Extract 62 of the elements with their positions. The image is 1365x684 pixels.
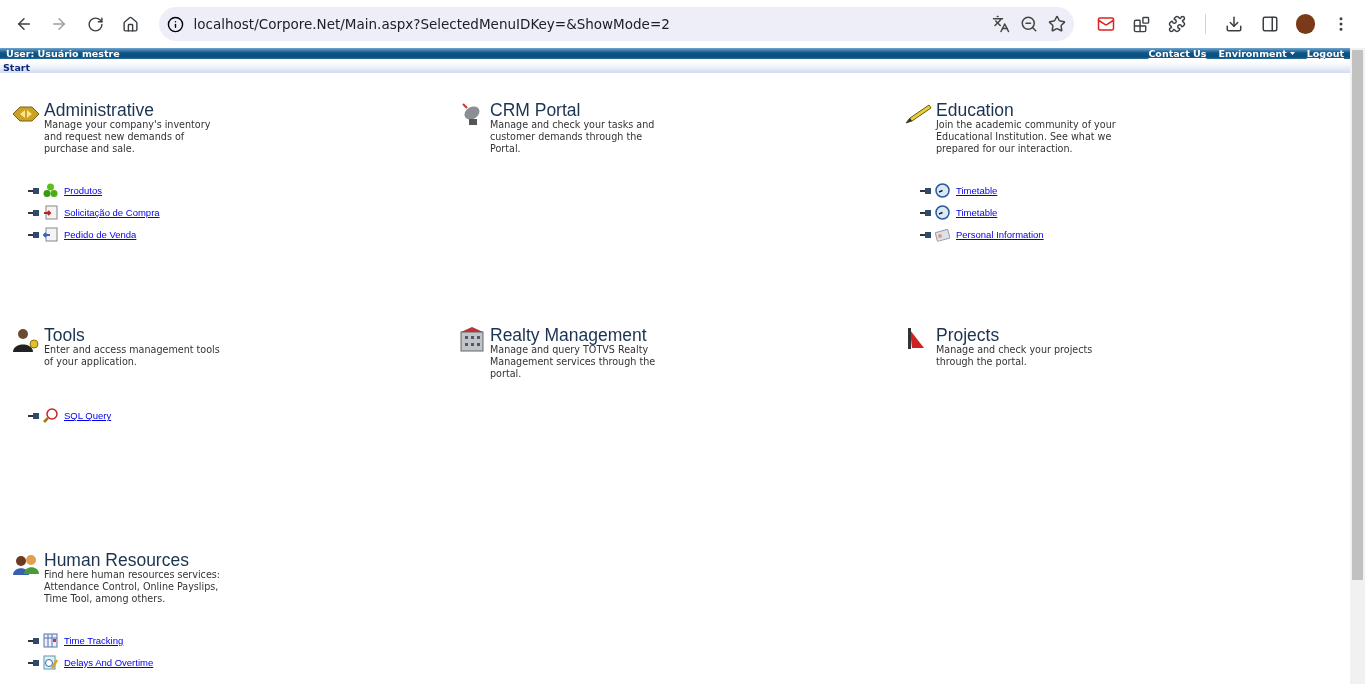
pin-icon [920,209,931,216]
address-bar[interactable]: localhost/Corpore.Net/Main.aspx?SelectedMenuIDKey=&ShowMode=2 [158,7,1075,41]
clock-icon [935,183,950,198]
side-panel-icon[interactable] [1260,15,1279,33]
module-description: Enter and access management tools of your application. [44,344,221,368]
module-title: Realty Management [490,326,647,344]
module-link[interactable]: Time Tracking [64,635,124,646]
module-link[interactable]: Delays And Overtime [64,657,154,668]
module-link[interactable]: Solicitação de Compra [64,207,160,218]
pin-icon [28,637,39,644]
module-description: Manage your company's inventory and request new demands of purchase and sale. [44,119,212,155]
module-title: Projects [936,326,1000,344]
pin-icon [28,209,39,216]
info-icon[interactable] [166,15,184,33]
pin-icon [920,187,931,194]
module-title: CRM Portal [490,101,582,119]
user-label: User: Usuário mestre [6,48,121,59]
module-link[interactable]: Timetable [956,207,998,218]
person-with-gear-icon [12,326,40,352]
pin-icon [28,412,39,419]
url-text: localhost/Corpore.Net/Main.aspx?SelectedMenuIDKey=&ShowMode=2 [193,16,671,32]
clock-icon [935,205,950,220]
scrollbar[interactable] [1350,48,1365,684]
home-icon[interactable] [122,15,140,33]
magnifier-icon [43,408,58,423]
pin-icon [28,187,39,194]
module-title: Education [936,101,1015,119]
spheres-icon [43,183,58,198]
translate-icon[interactable] [992,15,1011,33]
calendar-clock-icon [43,633,58,648]
breadcrumb-text: Start [3,62,31,73]
download-icon[interactable] [1225,15,1244,33]
building-icon [458,326,486,352]
module-description: Join the academic community of your Educational Institution. See what we prepared for our interaction. [936,119,1117,155]
module-link[interactable]: Pedido de Venda [64,229,137,240]
star-icon[interactable] [1048,15,1067,33]
reload-icon[interactable] [86,15,104,33]
module-link[interactable]: Timetable [956,185,998,196]
module-link[interactable]: SQL Query [64,410,112,421]
module-description: Manage and query TOTVS Realty Management services through the portal. [490,344,657,380]
pin-icon [28,231,39,238]
module-title: Human Resources [44,551,190,569]
id-card-icon [935,227,950,242]
pin-icon [28,659,39,666]
puzzle-icon[interactable] [1168,15,1187,33]
module-title: Administrative [44,101,155,119]
blocks-icon[interactable] [1133,15,1151,33]
clock-pencil-icon [43,655,58,670]
module-description: Manage and check your tasks and customer demands through the Portal. [490,119,656,155]
module-description: Find here human resources services: Attendance Control, Online Payslips, Time Tool, among others. [44,569,222,605]
environment-menu[interactable]: Environment [1218,48,1295,59]
mail-icon[interactable] [1097,15,1116,33]
pin-icon [920,231,931,238]
module-description: Manage and check your projects through the portal. [936,344,1094,368]
module-link[interactable]: Personal Information [956,229,1044,240]
header-link[interactable]: Contact Us [1148,48,1207,59]
avatar[interactable] [1295,14,1316,34]
zoom-out-icon[interactable] [1020,15,1039,33]
module-title: Tools [44,326,86,344]
header-link[interactable]: Logout [1306,48,1344,59]
module-link[interactable]: Produtos [64,185,103,196]
caret-icon [1289,52,1295,55]
